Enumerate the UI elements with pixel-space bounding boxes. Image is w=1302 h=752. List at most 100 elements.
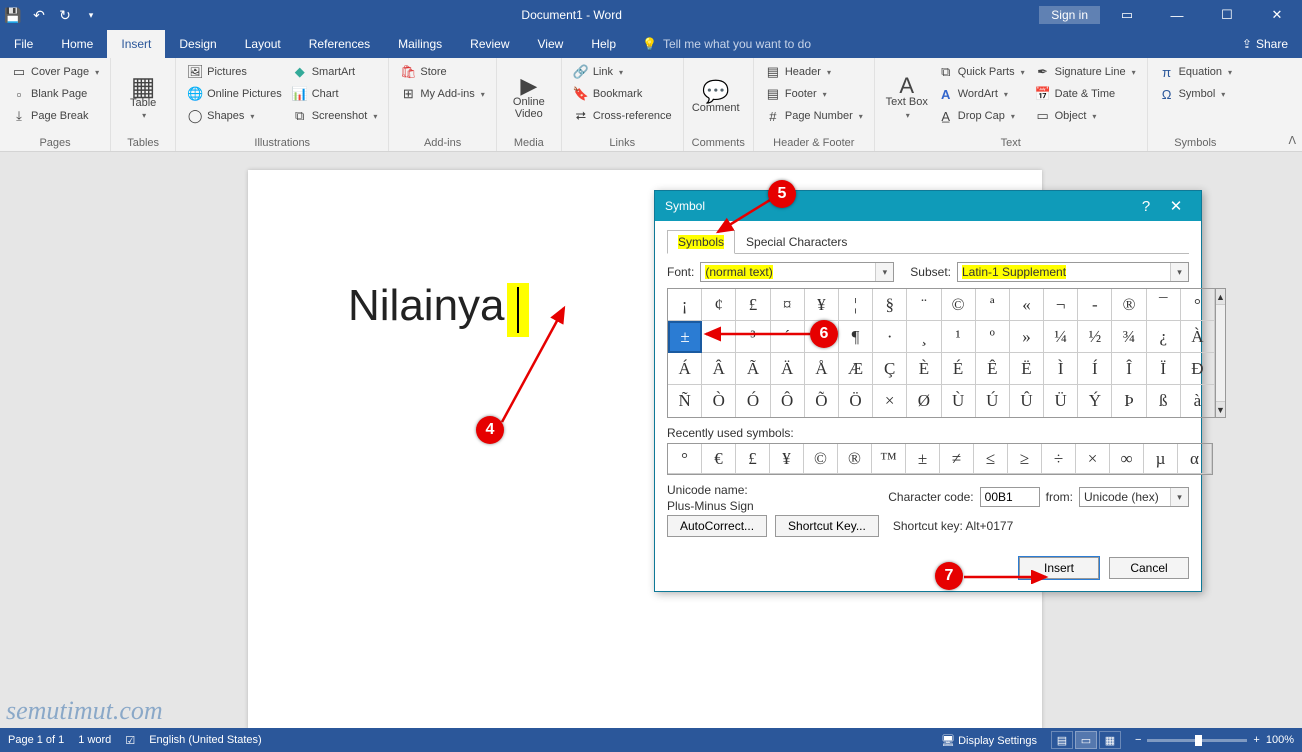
tab-help[interactable]: Help [577,30,630,58]
tab-special-characters[interactable]: Special Characters [735,230,858,254]
symbol-cell[interactable]: ½ [1078,321,1112,353]
recent-symbol-cell[interactable]: ¥ [770,444,804,474]
symbol-cell[interactable]: Î [1112,353,1146,385]
shapes-button[interactable]: ◯Shapes [184,106,285,126]
symbol-cell[interactable]: Ë [1010,353,1044,385]
zoom-thumb[interactable] [1195,735,1202,746]
display-settings-button[interactable]: 🖥 Display Settings [941,734,1037,747]
tell-me-search[interactable]: 💡 Tell me what you want to do [630,30,823,58]
recent-symbol-cell[interactable]: ÷ [1042,444,1076,474]
symbol-button[interactable]: ΩSymbol [1156,84,1235,104]
my-addins-button[interactable]: ⊞My Add-ins [397,84,487,104]
from-combo[interactable]: Unicode (hex)▾ [1079,487,1189,507]
symbol-cell[interactable]: Ì [1044,353,1078,385]
table-button[interactable]: ▦Table [119,62,167,136]
recent-symbol-cell[interactable]: ≠ [940,444,974,474]
symbol-cell[interactable]: Ñ [668,385,702,417]
recent-symbol-cell[interactable]: £ [736,444,770,474]
store-button[interactable]: 🛍Store [397,62,487,82]
tab-symbols[interactable]: Symbols [667,230,735,254]
symbol-cell[interactable]: ª [976,289,1010,321]
symbol-cell[interactable]: ¿ [1147,321,1181,353]
symbol-cell[interactable]: Ð [1181,353,1215,385]
symbol-cell[interactable]: Ò [702,385,736,417]
symbol-cell[interactable]: ´ [771,321,805,353]
symbol-cell[interactable]: Ê [976,353,1010,385]
web-layout-icon[interactable]: ▦ [1099,731,1121,749]
close-icon[interactable]: ✕ [1254,0,1300,30]
status-words[interactable]: 1 word [78,734,111,746]
minimize-icon[interactable]: — [1154,0,1200,30]
page-break-button[interactable]: ⤓Page Break [8,106,102,126]
dropcap-button[interactable]: A̲Drop Cap [935,106,1028,126]
symbol-cell[interactable]: ¶ [839,321,873,353]
insert-button[interactable]: Insert [1019,557,1099,579]
symbol-cell[interactable]: Ø [907,385,941,417]
equation-button[interactable]: πEquation [1156,62,1235,82]
symbol-cell[interactable]: ¬ [1044,289,1078,321]
online-pictures-button[interactable]: 🌐Online Pictures [184,84,285,104]
maximize-icon[interactable]: ☐ [1204,0,1250,30]
recent-symbol-cell[interactable]: ° [668,444,702,474]
symbol-cell[interactable]: Å [805,353,839,385]
symbol-cell[interactable]: § [873,289,907,321]
symbol-cell[interactable]: Á [668,353,702,385]
symbol-cell[interactable]: Ö [839,385,873,417]
subset-combo[interactable]: Latin-1 Supplement▾ [957,262,1189,282]
symbol-cell[interactable]: © [942,289,976,321]
recent-symbol-cell[interactable]: α [1178,444,1212,474]
symbol-cell[interactable]: ¼ [1044,321,1078,353]
symbol-cell[interactable]: à [1181,385,1215,417]
symbol-cell[interactable]: Ç [873,353,907,385]
symbol-cell[interactable]: ß [1147,385,1181,417]
share-button[interactable]: ⇪ Share [1228,30,1302,58]
symbol-cell[interactable]: - [1078,289,1112,321]
symbol-cell[interactable]: Ä [771,353,805,385]
symbol-cell[interactable]: Ü [1044,385,1078,417]
close-icon[interactable]: ✕ [1161,197,1191,215]
tab-references[interactable]: References [295,30,384,58]
zoom-value[interactable]: 100% [1266,734,1294,746]
crossref-button[interactable]: ⮂Cross-reference [570,106,675,126]
chart-button[interactable]: 📊Chart [289,84,381,104]
scroll-up-icon[interactable]: ▲ [1216,289,1225,305]
symbol-cell[interactable]: º [976,321,1010,353]
blank-page-button[interactable]: ▫Blank Page [8,84,102,104]
symbol-cell[interactable]: ² [702,321,736,353]
scroll-track[interactable] [1216,305,1225,401]
symbol-cell[interactable]: Ý [1078,385,1112,417]
online-video-button[interactable]: ▶Online Video [505,62,553,136]
footer-button[interactable]: ▤Footer [762,84,866,104]
symbol-cell[interactable]: ® [1112,289,1146,321]
collapse-ribbon-icon[interactable]: ᐱ [1288,134,1296,147]
symbol-cell[interactable]: £ [736,289,770,321]
symbol-cell[interactable]: × [873,385,907,417]
tab-mailings[interactable]: Mailings [384,30,456,58]
redo-icon[interactable]: ↻ [52,0,78,30]
symbol-cell[interactable]: ¾ [1112,321,1146,353]
symbol-cell[interactable]: Ô [771,385,805,417]
symbol-cell[interactable]: Þ [1112,385,1146,417]
tab-home[interactable]: Home [47,30,107,58]
recent-symbol-cell[interactable]: ∞ [1110,444,1144,474]
symbol-cell[interactable]: ¡ [668,289,702,321]
document-text[interactable]: Nilainya [348,280,529,337]
recent-symbol-cell[interactable]: ≥ [1008,444,1042,474]
recent-symbol-cell[interactable]: ≤ [974,444,1008,474]
autocorrect-button[interactable]: AutoCorrect... [667,515,767,537]
wordart-button[interactable]: AWordArt [935,84,1028,104]
cancel-button[interactable]: Cancel [1109,557,1189,579]
symbol-cell[interactable]: » [1010,321,1044,353]
signin-button[interactable]: Sign in [1039,6,1100,24]
symbol-cell[interactable]: Æ [839,353,873,385]
scroll-down-icon[interactable]: ▼ [1216,401,1225,417]
pictures-button[interactable]: 🖼Pictures [184,62,285,82]
recent-symbol-cell[interactable]: © [804,444,838,474]
zoom-out-icon[interactable]: − [1135,734,1141,746]
shortcutkey-button[interactable]: Shortcut Key... [775,515,879,537]
symbol-cell[interactable]: Ú [976,385,1010,417]
font-combo[interactable]: (normal text)▾ [700,262,894,282]
status-page[interactable]: Page 1 of 1 [8,734,64,746]
symbol-cell[interactable]: ¤ [771,289,805,321]
proofing-icon[interactable]: ☑ [125,734,135,747]
